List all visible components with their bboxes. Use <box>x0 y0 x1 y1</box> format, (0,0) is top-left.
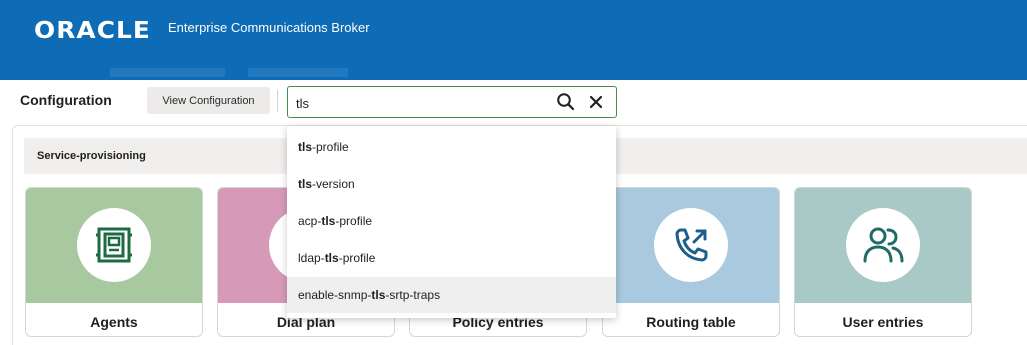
app-header: ORACLE Enterprise Communications Broker <box>0 0 1027 80</box>
oracle-logo: ORACLE <box>34 18 151 44</box>
product-name: Enterprise Communications Broker <box>168 20 370 35</box>
dropdown-option[interactable]: ldap-tls-profile <box>287 240 616 276</box>
toolbar-divider <box>277 90 278 112</box>
close-icon[interactable] <box>588 94 604 110</box>
phone-outgoing-icon <box>675 228 708 262</box>
tile-icon-badge <box>654 208 728 282</box>
search-input[interactable] <box>296 94 536 112</box>
tile-agents[interactable]: Agents <box>25 187 203 337</box>
tile-label: User entries <box>842 314 924 330</box>
tile-routing-table[interactable]: Routing table <box>602 187 780 337</box>
header-nav-item[interactable] <box>110 68 225 77</box>
page-title: Configuration <box>20 92 112 108</box>
tile-icon-badge <box>846 208 920 282</box>
search-icon[interactable] <box>556 92 576 112</box>
tile-label: Agents <box>90 314 138 330</box>
users-icon <box>863 227 904 263</box>
tile-label: Routing table <box>646 314 736 330</box>
autocomplete-dropdown: tls-profile tls-version acp-tls-profile … <box>287 126 616 318</box>
tile-user-entries[interactable]: User entries <box>794 187 972 337</box>
app-root: ORACLE Enterprise Communications Broker … <box>0 0 1027 345</box>
view-configuration-button[interactable]: View Configuration <box>147 87 270 114</box>
agents-icon <box>96 227 132 263</box>
dropdown-option[interactable]: enable-snmp-tls-srtp-traps <box>287 277 616 313</box>
dropdown-option[interactable]: tls-version <box>287 166 616 202</box>
section-title: Service-provisioning <box>37 150 146 162</box>
dropdown-option[interactable]: acp-tls-profile <box>287 203 616 239</box>
dropdown-option[interactable]: tls-profile <box>287 129 616 165</box>
tile-icon-badge <box>77 208 151 282</box>
header-nav-item[interactable] <box>248 68 348 77</box>
